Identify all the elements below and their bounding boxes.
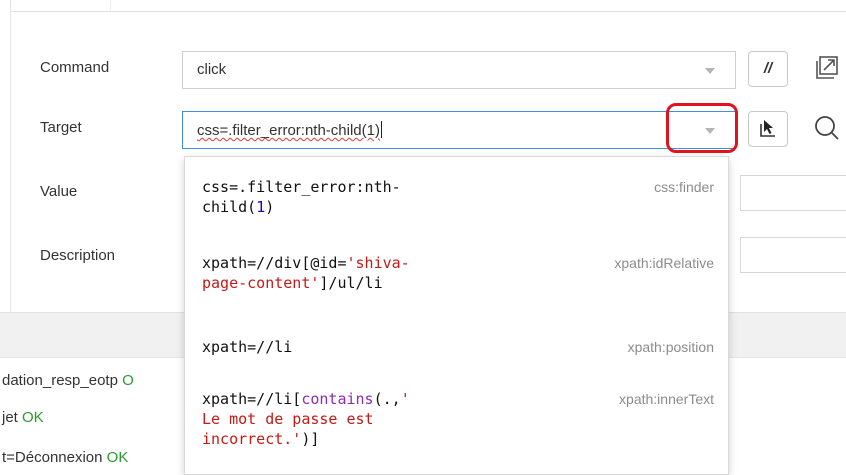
locator-line: Le mot de passe est (202, 410, 374, 428)
suggestion-xpath-innertext[interactable]: xpath=//li[contains(.,' Le mot de passe … (185, 389, 728, 469)
select-target-icon (760, 120, 775, 137)
log-line: t=Déconnexion OK (2, 449, 128, 466)
locator-line: xpath=//li[contains(.,' (202, 390, 410, 408)
find-target-button[interactable] (804, 111, 844, 147)
locator-line: child(1) (202, 198, 275, 216)
left-frame (10, 12, 11, 312)
log-line: jet OK (2, 409, 44, 426)
search-icon (815, 116, 839, 140)
open-in-new-button[interactable] (804, 51, 844, 87)
top-frame-divider (110, 0, 111, 12)
locator-number: 1 (256, 198, 266, 216)
locator-line: xpath=//li (202, 338, 293, 356)
chevron-down-icon[interactable] (705, 68, 715, 74)
suggestion-locator: xpath=//li (202, 337, 532, 357)
target-value-text: css=.filter_error:nth-child(1) (197, 122, 380, 139)
target-input[interactable]: css=.filter_error:nth-child(1) (182, 111, 736, 149)
locator-line: xpath=//div[@id='shiva- (202, 254, 410, 272)
top-frame (10, 0, 846, 12)
suggestion-type: xpath:idRelative (614, 255, 714, 271)
suggestion-type: xpath:position (627, 339, 714, 355)
target-suggestions-dropdown: css=.filter_error:nth- child(1) css:find… (184, 156, 729, 475)
suggestion-locator: xpath=//div[@id='shiva- page-content']/u… (202, 253, 532, 293)
log-status: O (122, 372, 134, 389)
suggestion-locator: xpath=//li[contains(.,' Le mot de passe … (202, 389, 532, 449)
suggestion-xpath-idrelative[interactable]: xpath=//div[@id='shiva- page-content']/u… (185, 253, 728, 313)
suggestion-css-finder[interactable]: css=.filter_error:nth- child(1) css:find… (185, 177, 728, 237)
log-text: jet (2, 409, 23, 426)
locator-string: incorrect.' (202, 430, 302, 448)
dropdown-toggle-highlight (666, 103, 738, 153)
log-text: dation_resp_eotp (2, 372, 123, 389)
description-label: Description (40, 247, 116, 264)
description-input[interactable] (740, 237, 846, 273)
suggestion-locator: css=.filter_error:nth- child(1) (202, 177, 532, 217)
select-target-button[interactable] (748, 111, 788, 147)
log-line: dation_resp_eotp O (2, 372, 134, 389)
locator-string: ' (400, 390, 410, 408)
locator-line: page-content']/ul/li (202, 274, 383, 292)
value-label: Value (40, 183, 78, 200)
command-label: Command (40, 59, 110, 76)
open-in-new-icon (816, 56, 838, 79)
value-input[interactable] (740, 175, 846, 211)
suggestion-type: css:finder (654, 179, 714, 195)
log-text: t=Déconnexion (2, 449, 107, 466)
locator-string: 'shiva- (346, 254, 410, 272)
target-value: css=.filter_error:nth-child(1) (197, 121, 382, 139)
suggestion-xpath-position[interactable]: xpath=//li xpath:position (185, 337, 728, 373)
log-status: OK (106, 449, 129, 466)
comment-toggle-button[interactable]: // (748, 51, 788, 87)
command-input[interactable]: click (182, 51, 736, 89)
locator-line: css=.filter_error:nth- (202, 178, 401, 196)
text-cursor (380, 121, 382, 138)
target-label: Target (40, 119, 82, 136)
command-value: click (197, 61, 227, 78)
locator-function: contains (301, 390, 374, 408)
ide-command-editor: Command click // Target css=.filter_erro… (0, 0, 846, 475)
suggestion-type: xpath:innerText (619, 391, 714, 407)
locator-line: incorrect.')] (202, 430, 320, 448)
locator-string: page-content' (202, 274, 320, 292)
log-status: OK (22, 409, 44, 426)
